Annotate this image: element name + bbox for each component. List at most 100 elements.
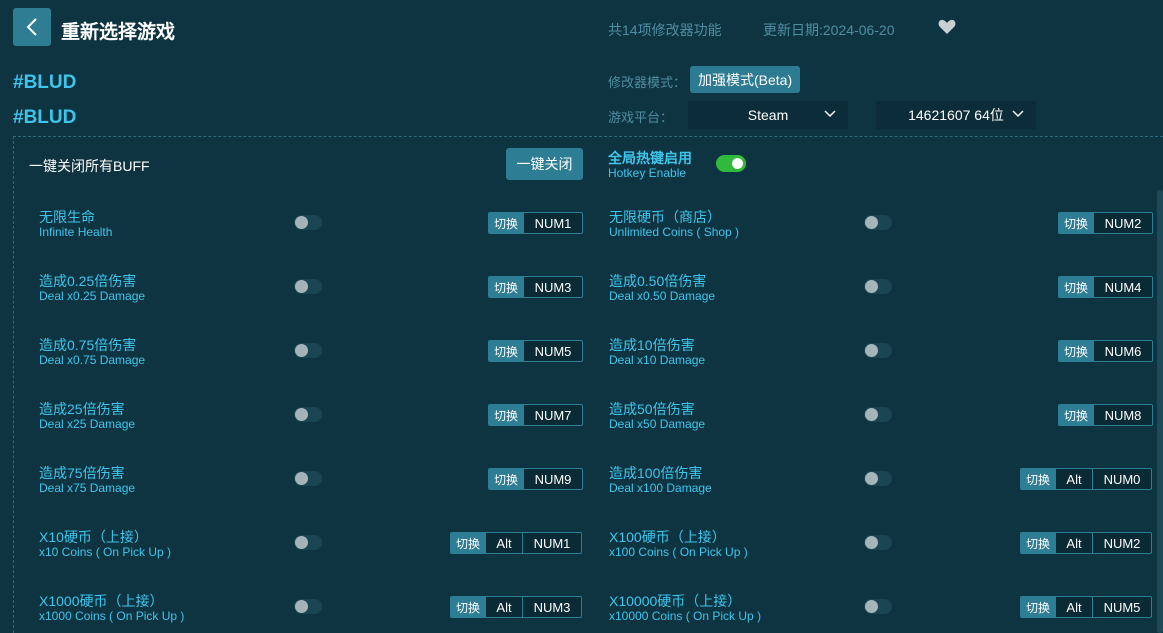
feature-name-cn: 造成25倍伤害	[39, 401, 125, 417]
game-name-secondary: #BLUD	[13, 107, 77, 128]
platform-select[interactable]: Steam	[688, 101, 848, 129]
page-title: 重新选择游戏	[61, 22, 176, 43]
chevron-down-icon	[1012, 110, 1024, 118]
hotkey-key: NUM6	[1093, 341, 1152, 361]
scrollbar[interactable]	[1157, 190, 1163, 633]
hotkey-label-en: Hotkey Enable	[608, 166, 687, 180]
hotkey-group: 切换 Alt NUM5	[1020, 596, 1152, 618]
hotkey-group: 切换 NUM5	[488, 340, 583, 362]
toggle-knob	[295, 472, 308, 485]
heart-icon[interactable]	[938, 19, 956, 35]
feature-toggle[interactable]	[864, 599, 892, 614]
feature-toggle[interactable]	[864, 215, 892, 230]
toggle-knob	[865, 536, 878, 549]
hotkey-key: NUM1	[522, 533, 581, 553]
feature-name-en: x100 Coins ( On Pick Up )	[609, 545, 748, 559]
feature-name-cn: 造成0.50倍伤害	[609, 273, 707, 289]
toggle-knob	[865, 472, 878, 485]
hotkey-key: NUM4	[1093, 277, 1152, 297]
feature-toggle[interactable]	[294, 407, 322, 422]
feature-toggle[interactable]	[864, 471, 892, 486]
hotkey-key: NUM8	[1093, 405, 1152, 425]
feature-name-en: Deal x0.25 Damage	[39, 289, 146, 303]
close-all-button[interactable]: 一键关闭	[506, 148, 583, 180]
modifier-key: Alt	[1055, 597, 1092, 617]
feature-name-cn: X1000硬币（上接）	[39, 593, 164, 609]
game-name: #BLUD	[13, 72, 77, 93]
switch-hotkey-button[interactable]: 切换	[1021, 597, 1055, 617]
hotkey-group: 切换 NUM1	[488, 212, 583, 234]
feature-toggle[interactable]	[294, 279, 322, 294]
hotkey-group: 切换 NUM4	[1058, 276, 1153, 298]
switch-hotkey-button[interactable]: 切换	[489, 469, 523, 489]
feature-toggle[interactable]	[294, 215, 322, 230]
disable-all-buff-label: 一键关闭所有BUFF	[29, 158, 150, 174]
mode-badge[interactable]: 加强模式(Beta)	[690, 66, 801, 93]
feature-toggle[interactable]	[864, 535, 892, 550]
feature-name-cn: X10硬币（上接）	[39, 529, 148, 545]
feature-name-cn: 造成0.25倍伤害	[39, 273, 137, 289]
platform-select-value: Steam	[747, 107, 789, 123]
toggle-knob	[732, 158, 743, 169]
modifier-key: Alt	[485, 597, 522, 617]
hotkey-key: NUM5	[1092, 597, 1151, 617]
modifier-key: Alt	[1055, 469, 1092, 489]
version-select-value: 14621607 64位	[908, 107, 1004, 123]
hotkey-group: 切换 NUM9	[488, 468, 583, 490]
feature-count: 共14项修改器功能	[608, 22, 722, 38]
switch-hotkey-button[interactable]: 切换	[489, 277, 523, 297]
feature-toggle[interactable]	[294, 343, 322, 358]
switch-hotkey-button[interactable]: 切换	[1059, 341, 1093, 361]
cheat-panel	[13, 136, 1163, 633]
feature-toggle[interactable]	[294, 471, 322, 486]
toggle-knob	[295, 536, 308, 549]
toggle-knob	[865, 600, 878, 613]
toggle-knob	[865, 408, 878, 421]
back-button[interactable]	[13, 8, 51, 46]
switch-hotkey-button[interactable]: 切换	[489, 341, 523, 361]
version-select[interactable]: 14621607 64位	[876, 101, 1036, 129]
switch-hotkey-button[interactable]: 切换	[1059, 405, 1093, 425]
modifier-key: Alt	[1055, 533, 1092, 553]
hotkey-toggle[interactable]	[716, 155, 746, 172]
feature-name-en: Unlimited Coins ( Shop )	[609, 225, 740, 239]
feature-name-cn: 造成0.75倍伤害	[39, 337, 137, 353]
feature-toggle[interactable]	[864, 279, 892, 294]
feature-name-en: Deal x0.50 Damage	[609, 289, 716, 303]
feature-name-cn: 无限硬币（商店）	[609, 209, 721, 225]
feature-name-en: Deal x25 Damage	[39, 417, 136, 431]
hotkey-key: NUM7	[523, 405, 582, 425]
hotkey-label: 全局热键启用	[608, 150, 692, 166]
feature-name-cn: 造成50倍伤害	[609, 401, 695, 417]
toggle-knob	[295, 344, 308, 357]
hotkey-group: 切换 NUM2	[1058, 212, 1153, 234]
platform-label: 游戏平台：	[608, 110, 674, 125]
switch-hotkey-button[interactable]: 切换	[451, 597, 485, 617]
hotkey-key: NUM3	[522, 597, 581, 617]
feature-toggle[interactable]	[294, 535, 322, 550]
feature-toggle[interactable]	[864, 407, 892, 422]
switch-hotkey-button[interactable]: 切换	[451, 533, 485, 553]
feature-name-cn: 造成10倍伤害	[609, 337, 695, 353]
toggle-knob	[295, 280, 308, 293]
hotkey-group: 切换 Alt NUM1	[450, 532, 582, 554]
hotkey-key: NUM3	[523, 277, 582, 297]
chevron-down-icon	[824, 110, 836, 118]
feature-toggle[interactable]	[864, 343, 892, 358]
switch-hotkey-button[interactable]: 切换	[1021, 469, 1055, 489]
feature-toggle[interactable]	[294, 599, 322, 614]
feature-name-en: Deal x0.75 Damage	[39, 353, 146, 367]
hotkey-key: NUM1	[523, 213, 582, 233]
feature-name-en: x10 Coins ( On Pick Up )	[39, 545, 172, 559]
modifier-key: Alt	[485, 533, 522, 553]
toggle-knob	[865, 344, 878, 357]
hotkey-key: NUM2	[1093, 213, 1152, 233]
hotkey-group: 切换 NUM3	[488, 276, 583, 298]
toggle-knob	[865, 216, 878, 229]
hotkey-key: NUM0	[1092, 469, 1151, 489]
switch-hotkey-button[interactable]: 切换	[1059, 277, 1093, 297]
switch-hotkey-button[interactable]: 切换	[1021, 533, 1055, 553]
switch-hotkey-button[interactable]: 切换	[489, 405, 523, 425]
switch-hotkey-button[interactable]: 切换	[1059, 213, 1093, 233]
switch-hotkey-button[interactable]: 切换	[489, 213, 523, 233]
